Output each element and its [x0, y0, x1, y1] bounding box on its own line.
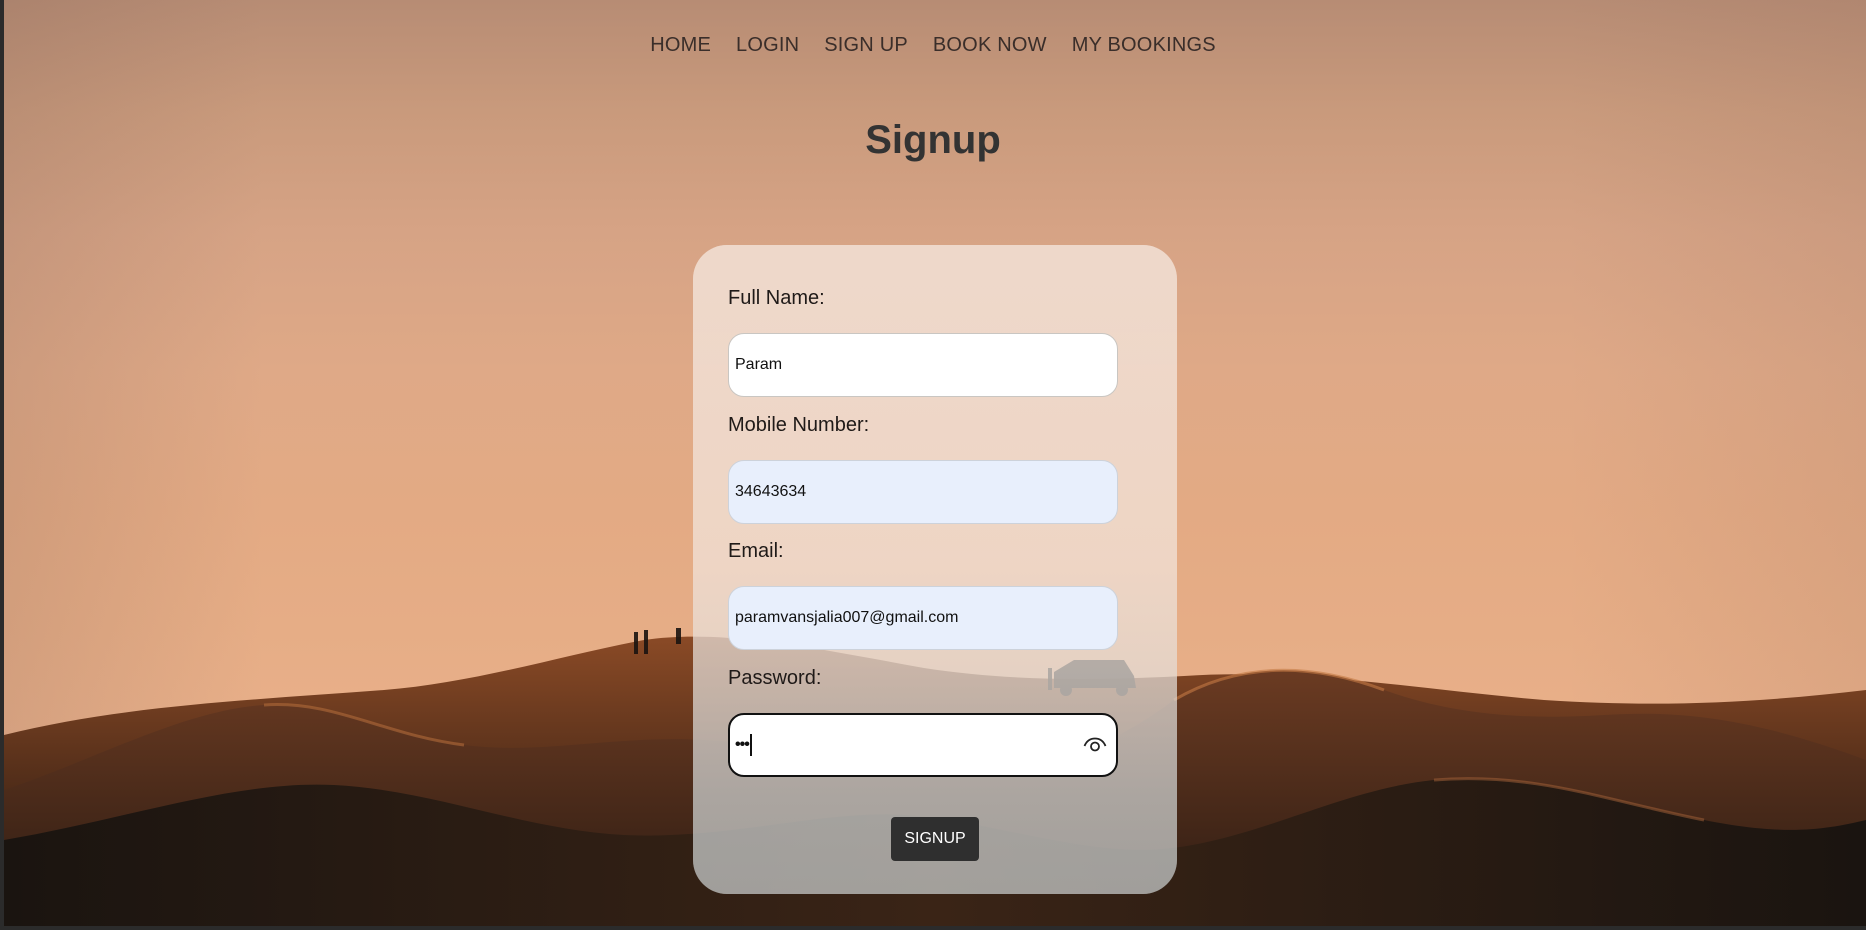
- email-value: paramvansjalia007@gmail.com: [735, 609, 959, 626]
- signup-form-card: Full Name: Param Mobile Number: 34643634…: [693, 245, 1177, 894]
- nav-book-now-link[interactable]: BOOK NOW: [933, 34, 1047, 57]
- nav-home-link[interactable]: HOME: [650, 34, 711, 57]
- password-masked-value: •••: [735, 736, 750, 754]
- nav-my-bookings-link[interactable]: MY BOOKINGS: [1072, 34, 1216, 57]
- email-input[interactable]: paramvansjalia007@gmail.com: [728, 586, 1118, 650]
- password-input[interactable]: •••: [728, 713, 1118, 777]
- password-label: Password:: [728, 667, 822, 689]
- full-name-label: Full Name:: [728, 287, 825, 309]
- email-label: Email:: [728, 540, 784, 562]
- text-caret: [749, 734, 752, 756]
- nav-login-link[interactable]: LOGIN: [736, 34, 799, 57]
- mobile-number-label: Mobile Number:: [728, 414, 870, 436]
- mobile-number-input[interactable]: 34643634: [728, 460, 1118, 524]
- full-name-value: Param: [735, 356, 783, 373]
- eye-icon[interactable]: [1082, 736, 1108, 754]
- page-title: Signup: [865, 118, 1001, 162]
- full-name-input[interactable]: Param: [728, 333, 1118, 397]
- nav-signup-link[interactable]: SIGN UP: [824, 34, 908, 57]
- top-navigation: HOME LOGIN SIGN UP BOOK NOW MY BOOKINGS: [0, 34, 1866, 57]
- signup-button[interactable]: SIGNUP: [891, 817, 979, 861]
- mobile-number-value: 34643634: [735, 483, 807, 500]
